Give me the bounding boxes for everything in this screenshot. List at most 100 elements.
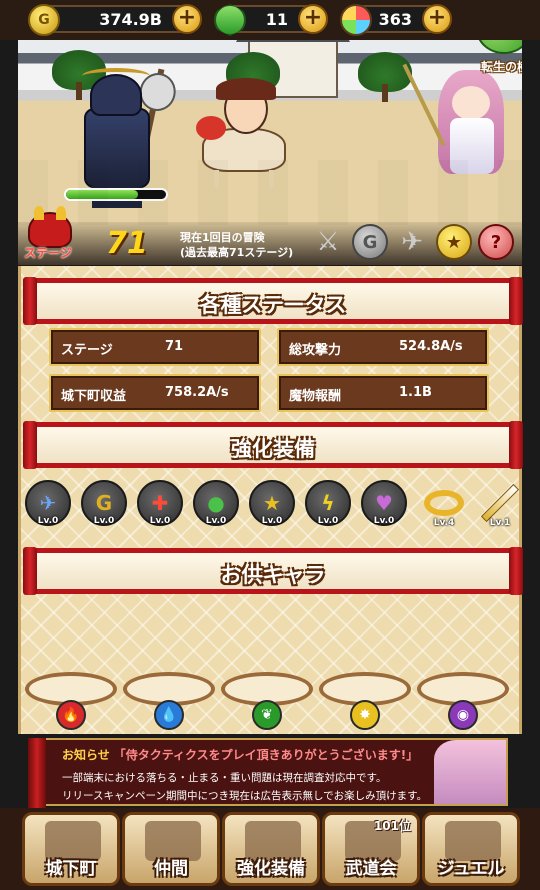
equipment-level: Lv.0 — [205, 516, 227, 526]
star-button[interactable]: ★ — [436, 224, 472, 260]
nav-equipment[interactable]: 強化装備 — [222, 812, 320, 886]
nav-castle-town[interactable]: 城下町 — [22, 812, 120, 886]
status-header: 各種ステータス — [23, 277, 523, 325]
nav-label: ジュエル — [437, 859, 505, 879]
add-gold-button[interactable]: + — [172, 4, 202, 34]
stat-key: ステージ — [61, 343, 113, 358]
gem-counter: 11 + — [214, 4, 328, 36]
ally-priestess — [402, 63, 514, 176]
equipment-level: Lv.0 — [93, 516, 115, 526]
light-element-icon: ✸ — [350, 700, 380, 730]
hero-rider — [196, 78, 288, 190]
equipment-level: Lv.0 — [317, 516, 339, 526]
fire-element-icon: 🔥 — [56, 700, 86, 730]
equipment-level: Lv.0 — [37, 516, 59, 526]
pine-tree — [358, 52, 412, 102]
winged-boot-icon[interactable]: ✈ — [394, 224, 430, 260]
equipment-row: ✈ Lv.0 G Lv.0 ✚ Lv.0 ● Lv.0 ★ Lv.0 ϟ Lv.0 ♥ Lv.0 Lv.4 L… — [25, 480, 521, 530]
companions-header: お供キャラ — [23, 547, 523, 595]
resource-bar: G 374.9B + 11 + 363 + — [0, 0, 540, 40]
help-button[interactable]: ? — [478, 224, 514, 260]
stage-label: ステージ — [24, 246, 72, 260]
multicolor-orb-icon — [340, 4, 372, 36]
stat-box: ステージ 71 — [49, 328, 261, 366]
enemy-hp-fill — [66, 190, 138, 199]
stat-value: 71 — [165, 339, 184, 354]
stat-value: 524.8A/s — [399, 339, 463, 354]
stat-box: 総攻撃力 524.8A/s — [277, 328, 489, 366]
red-cross-icon: ✚ — [151, 491, 169, 515]
enemy-hp-bar — [64, 188, 168, 201]
news-heading: お知らせ — [62, 748, 110, 762]
heart-icon: ♥ — [375, 491, 393, 515]
equipment-level: Lv.1 — [489, 518, 511, 528]
stat-key: 総攻撃力 — [289, 343, 342, 358]
stat-box: 魔物報酬 1.1B — [277, 374, 489, 412]
nav-label: 武道会 — [345, 859, 397, 879]
news-banner[interactable]: お知らせ 「侍タクティクスをプレイ頂きありがとうございます!」 一部端末における落… — [28, 738, 508, 808]
equipment-item[interactable]: ● Lv.0 — [193, 480, 239, 526]
equipment-level: Lv.0 — [261, 516, 283, 526]
nav-jewel[interactable]: ジュエル — [422, 812, 520, 886]
golden-sword-icon — [480, 483, 520, 523]
equipment-item[interactable]: ♥ Lv.0 — [361, 480, 407, 526]
water-element-icon: 💧 — [154, 700, 184, 730]
main-panel: 各種ステータス ステージ 71 総攻撃力 524.8A/s 城下町収益 758.… — [18, 266, 525, 734]
bottom-nav: 城下町 仲間 強化装備 101位 武道会 ジュエル — [0, 808, 540, 890]
stat-key: 城下町収益 — [61, 389, 127, 404]
news-header: お知らせ 「侍タクティクスをプレイ頂きありがとうございます!」 — [62, 746, 418, 763]
equipment-item[interactable]: ✚ Lv.0 — [137, 480, 183, 526]
oni-mask-icon — [28, 206, 72, 248]
equipment-item[interactable]: Lv.1 — [477, 480, 523, 528]
nav-label: 強化装備 — [237, 859, 305, 879]
gold-counter: G 374.9B + — [28, 4, 202, 36]
nav-label: 城下町 — [45, 859, 97, 879]
equipment-item[interactable]: ✈ Lv.0 — [25, 480, 71, 526]
lightning-icon: ϟ — [321, 491, 335, 515]
equipment-item[interactable]: ★ Lv.0 — [249, 480, 295, 526]
adventure-info: 現在1回目の冒険 (過去最高71ステージ) — [180, 230, 293, 260]
nav-tournament[interactable]: 101位 武道会 — [322, 812, 420, 886]
add-gem-button[interactable]: + — [298, 4, 328, 34]
equipment-header: 強化装備 — [23, 421, 523, 469]
scroll-rod — [28, 738, 46, 808]
gem-value: 11 — [265, 10, 288, 29]
orb-counter: 363 + — [340, 4, 452, 36]
equipment-item[interactable]: G Lv.0 — [81, 480, 127, 526]
leaf-element-icon: ❦ — [252, 700, 282, 730]
stage-number: 71 — [106, 226, 148, 261]
news-character — [434, 740, 506, 804]
equipment-item[interactable]: ϟ Lv.0 — [305, 480, 351, 526]
winged-boot-icon: ✈ — [39, 491, 57, 515]
dark-element-icon: ◉ — [448, 700, 478, 730]
best-stage: (過去最高71ステージ) — [180, 246, 294, 259]
gray-coin-icon[interactable]: G — [352, 224, 388, 260]
green-gem-icon — [214, 4, 246, 36]
equipment-level: Lv.0 — [373, 516, 395, 526]
stat-key: 魔物報酬 — [289, 389, 342, 404]
sword-icon[interactable]: ⚔ — [310, 224, 346, 260]
stage-bar: ステージ 71 現在1回目の冒険 (過去最高71ステージ) ⚔ G ✈ ★ ? — [18, 206, 522, 266]
gold-coin-icon: G — [28, 4, 60, 36]
gold-ring-icon — [424, 490, 464, 516]
status-title: 各種ステータス — [199, 293, 347, 317]
nav-label: 仲間 — [154, 859, 188, 879]
stat-box: 城下町収益 758.2A/s — [49, 374, 261, 412]
equipment-level: Lv.4 — [433, 518, 455, 528]
equipment-item[interactable]: Lv.4 — [421, 480, 467, 528]
gold-coin-icon: G — [95, 491, 113, 515]
add-orb-button[interactable]: + — [422, 4, 452, 34]
tournament-rank: 101位 — [373, 819, 411, 833]
adventure-count: 現在1回目の冒険 — [180, 231, 265, 244]
green-orb-icon: ● — [207, 491, 225, 515]
companion-slots: 🔥 💧 ❦ ✸ ◉ — [21, 672, 525, 732]
news-headline: 「侍タクティクスをプレイ頂きありがとうございます!」 — [113, 748, 419, 762]
equipment-title: 強化装備 — [231, 437, 315, 461]
companions-title: お供キャラ — [220, 563, 326, 587]
equipment-level: Lv.0 — [149, 516, 171, 526]
enemy-samurai[interactable] — [66, 68, 166, 208]
stat-value: 758.2A/s — [165, 385, 229, 400]
orb-value: 363 — [378, 10, 412, 29]
nav-companions[interactable]: 仲間 — [122, 812, 220, 886]
gold-value: 374.9B — [99, 10, 162, 29]
